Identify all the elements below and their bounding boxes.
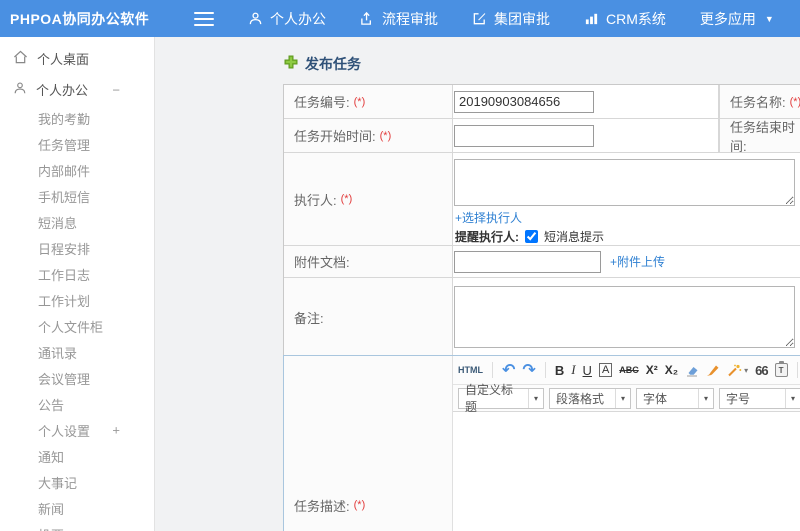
sidebar-item-news[interactable]: 新闻 bbox=[0, 495, 154, 521]
required-mark: (*) bbox=[353, 95, 366, 108]
edit-icon bbox=[472, 11, 487, 26]
html-source-button[interactable]: HTML bbox=[458, 365, 483, 375]
collapse-icon[interactable]: − bbox=[112, 82, 120, 97]
nav-more-apps[interactable]: 更多应用 ▼ bbox=[700, 9, 774, 29]
heading-dropdown[interactable]: 自定义标题 ▾ bbox=[458, 383, 544, 414]
blockquote-button[interactable]: 66 bbox=[755, 363, 769, 378]
sidebar-item-personal-settings[interactable]: 个人设置 + bbox=[0, 417, 154, 443]
executor-label: 执行人: bbox=[294, 192, 337, 208]
task-number-label: 任务编号: bbox=[294, 95, 350, 110]
sidebar-item-schedule[interactable]: 日程安排 bbox=[0, 235, 154, 261]
task-name-label: 任务名称: bbox=[730, 95, 786, 110]
sidebar-item-internal-mail[interactable]: 内部邮件 bbox=[0, 157, 154, 183]
sidebar-item-work-log[interactable]: 工作日志 bbox=[0, 261, 154, 287]
remark-row: 备注: bbox=[284, 278, 800, 356]
task-number-input[interactable] bbox=[454, 90, 594, 113]
caret-down-icon: ▾ bbox=[790, 393, 795, 403]
caret-down-icon: ▼ bbox=[764, 13, 774, 24]
sidebar-item-milestones[interactable]: 大事记 bbox=[0, 469, 154, 495]
executor-row: 执行人: (*) +选择执行人 提醒执行人: 短消息提示 bbox=[284, 153, 800, 246]
sidebar-item-notification[interactable]: 通知 bbox=[0, 443, 154, 469]
end-time-label: 任务结束时间: bbox=[730, 119, 796, 154]
user-icon bbox=[248, 11, 263, 26]
sidebar-item-mobile-sms[interactable]: 手机短信 bbox=[0, 183, 154, 209]
sidebar-item-work-plan[interactable]: 工作计划 bbox=[0, 287, 154, 313]
sidebar-item-personal-desktop[interactable]: 个人桌面 bbox=[0, 43, 154, 74]
editor-content-area[interactable] bbox=[453, 412, 800, 531]
superscript-button[interactable]: X² bbox=[646, 363, 658, 377]
editor-toolbar-row2: 自定义标题 ▾ 段落格式 ▾ 字体 ▾ 字号 ▾ bbox=[453, 383, 800, 414]
task-description-row: 任务描述: (*) HTML ↶ ↷ B I U A ABC X² X₂ ▾ 6… bbox=[283, 355, 800, 531]
remind-executor-label: 提醒执行人: bbox=[455, 230, 519, 244]
italic-button[interactable]: I bbox=[571, 362, 575, 378]
attachment-label: 附件文档: bbox=[294, 255, 350, 270]
top-nav: 个人办公 流程审批 集团审批 CRM系统 更多应用 ▼ bbox=[248, 9, 774, 29]
caret-down-icon: ▾ bbox=[703, 393, 708, 403]
font-size-dropdown[interactable]: 字号 ▾ bbox=[719, 387, 800, 409]
nav-group-approval[interactable]: 集团审批 bbox=[472, 9, 550, 29]
nav-personal-office[interactable]: 个人办公 bbox=[248, 9, 326, 29]
paragraph-format-dropdown[interactable]: 段落格式 ▾ bbox=[549, 387, 631, 409]
caret-down-icon: ▾ bbox=[620, 393, 625, 403]
description-label: 任务描述: bbox=[294, 498, 350, 514]
magic-wand-icon[interactable]: ▾ bbox=[727, 364, 748, 377]
subscript-button[interactable]: X₂ bbox=[665, 363, 678, 377]
bar-chart-icon bbox=[584, 11, 599, 26]
caret-down-icon: ▾ bbox=[744, 365, 749, 375]
underline-button[interactable]: U bbox=[583, 363, 592, 378]
sms-remind-checkbox[interactable] bbox=[525, 230, 538, 243]
app-logo: PHPOA协同办公软件 bbox=[10, 10, 150, 27]
nav-crm-system[interactable]: CRM系统 bbox=[584, 9, 666, 29]
required-mark: (*) bbox=[353, 499, 366, 511]
sidebar-item-meeting-management[interactable]: 会议管理 bbox=[0, 365, 154, 391]
attachment-row: 附件文档: +附件上传 bbox=[284, 246, 800, 278]
nav-process-approval[interactable]: 流程审批 bbox=[360, 9, 438, 29]
executor-textarea[interactable] bbox=[454, 159, 795, 206]
sidebar-item-announcement[interactable]: 公告 bbox=[0, 391, 154, 417]
sidebar-item-file-cabinet[interactable]: 个人文件柜 bbox=[0, 313, 154, 339]
publish-task-form: 任务编号: (*) 任务名称: (*) 任务开始时间: (*) 任务结束时间: bbox=[283, 84, 800, 357]
start-time-input[interactable] bbox=[454, 124, 594, 147]
main-content: 发布任务 任务编号: (*) 任务名称: (*) 任务开始时间: (*) bbox=[155, 37, 800, 531]
attachment-upload-link[interactable]: +附件上传 bbox=[610, 253, 665, 270]
task-time-row: 任务开始时间: (*) 任务结束时间: (*) bbox=[284, 119, 800, 154]
strikethrough-button[interactable]: ABC bbox=[619, 365, 639, 375]
task-number-row: 任务编号: (*) 任务名称: (*) bbox=[284, 85, 800, 119]
bold-button[interactable]: B bbox=[555, 363, 564, 378]
sidebar-item-task-management[interactable]: 任务管理 bbox=[0, 131, 154, 157]
sidebar-item-personal-office[interactable]: 个人办公 − bbox=[0, 74, 154, 105]
format-brush-icon[interactable] bbox=[706, 364, 720, 377]
sidebar-item-short-message[interactable]: 短消息 bbox=[0, 209, 154, 235]
caret-down-icon: ▾ bbox=[533, 393, 538, 403]
rich-text-editor: HTML ↶ ↷ B I U A ABC X² X₂ ▾ 66 T A bbox=[453, 356, 800, 531]
required-mark: (*) bbox=[789, 95, 800, 108]
process-icon bbox=[360, 11, 375, 26]
user-icon bbox=[13, 81, 27, 98]
page-title: 发布任务 bbox=[284, 54, 361, 74]
required-mark: (*) bbox=[379, 129, 392, 142]
redo-icon[interactable]: ↷ bbox=[522, 360, 535, 380]
home-icon bbox=[13, 50, 28, 67]
expand-icon[interactable]: + bbox=[112, 423, 120, 438]
paste-from-word-icon[interactable]: T bbox=[774, 361, 788, 377]
remark-textarea[interactable] bbox=[454, 286, 795, 348]
undo-icon[interactable]: ↶ bbox=[502, 360, 515, 380]
sidebar-item-contacts[interactable]: 通讯录 bbox=[0, 339, 154, 365]
add-plus-icon bbox=[284, 55, 298, 74]
sidebar: 个人桌面 个人办公 − 我的考勤 任务管理 内部邮件 手机短信 短消息 日程安排… bbox=[0, 37, 155, 531]
attachment-input[interactable] bbox=[454, 250, 601, 273]
sidebar-item-vote[interactable]: 投票 bbox=[0, 521, 154, 531]
sidebar-item-attendance[interactable]: 我的考勤 bbox=[0, 105, 154, 131]
sms-remind-label: 短消息提示 bbox=[544, 230, 605, 244]
remark-label: 备注: bbox=[294, 310, 324, 326]
font-style-button[interactable]: A bbox=[598, 363, 613, 377]
top-header: PHPOA协同办公软件 个人办公 流程审批 集团审批 CRM系统 更多应用 ▼ bbox=[0, 0, 800, 37]
start-time-label: 任务开始时间: bbox=[294, 129, 376, 144]
eraser-icon[interactable] bbox=[685, 364, 699, 377]
font-family-dropdown[interactable]: 字体 ▾ bbox=[636, 387, 714, 409]
required-mark: (*) bbox=[340, 193, 353, 205]
choose-executor-link[interactable]: +选择执行人 bbox=[455, 209, 522, 226]
menu-toggle-icon[interactable] bbox=[194, 11, 214, 26]
